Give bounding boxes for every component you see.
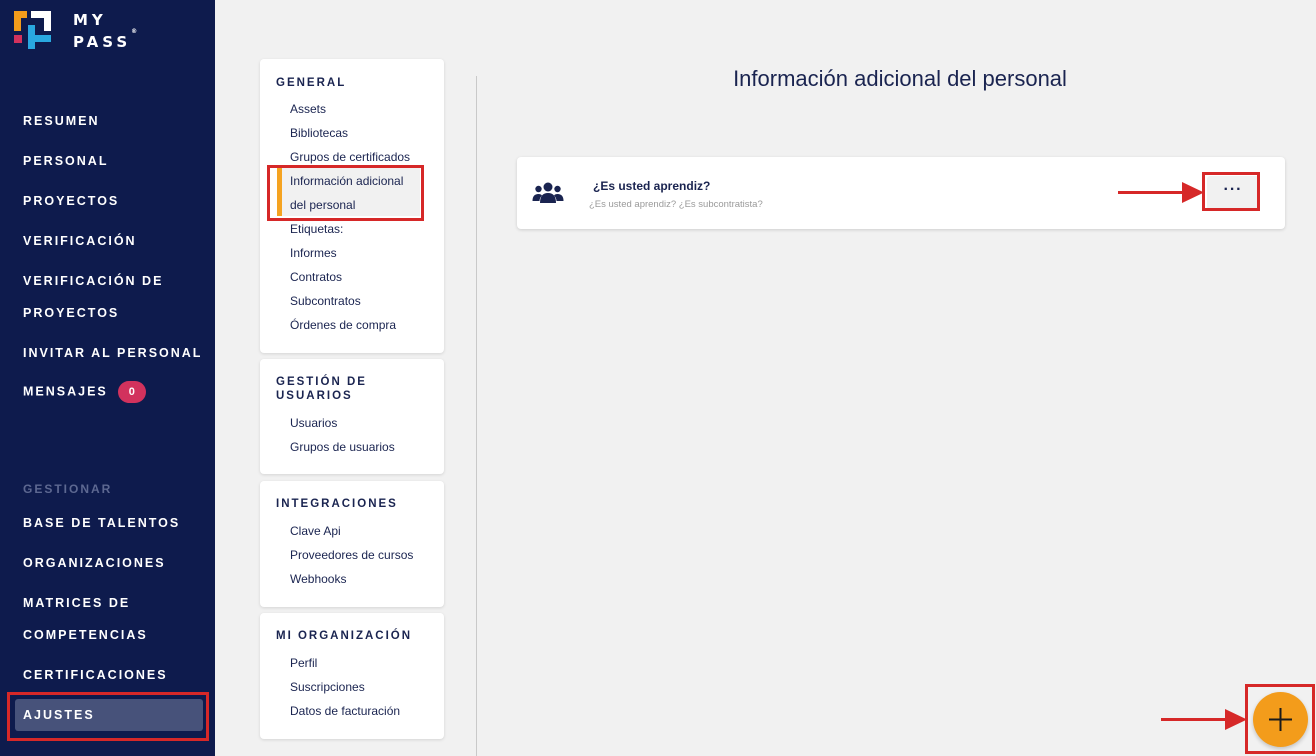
menu-link-grupos-certificados[interactable]: Grupos de certificados <box>290 150 410 164</box>
logo-wordmark: MY PASS® <box>73 11 138 51</box>
nav-verificacion[interactable]: VERIFICACIÓN <box>23 234 137 248</box>
add-button[interactable] <box>1253 692 1308 747</box>
nav-mensajes[interactable]: MENSAJES 0 <box>23 381 146 403</box>
menu-link-assets[interactable]: Assets <box>290 102 326 116</box>
arrow-right-icon <box>1161 709 1247 730</box>
settings-card-mi-organizacion: MI ORGANIZACIÓN Perfil Suscripciones Dat… <box>260 613 444 739</box>
page-title: Información adicional del personal <box>733 66 1067 91</box>
settings-section-title: MI ORGANIZACIÓN <box>276 630 413 642</box>
info-item-card[interactable]: ¿Es usted aprendiz? ¿Es usted aprendiz? … <box>517 157 1285 229</box>
nav-section-gestionar: GESTIONAR <box>23 482 113 496</box>
nav-resumen[interactable]: RESUMEN <box>23 114 100 128</box>
nav-organizaciones[interactable]: ORGANIZACIONES <box>23 556 166 570</box>
sidebar: MY PASS® RESUMEN PERSONAL PROYECTOS VERIF… <box>0 0 215 756</box>
messages-count-badge: 0 <box>117 381 146 403</box>
item-title: ¿Es usted aprendiz? <box>593 179 711 193</box>
nav-matrices-competencias[interactable]: MATRICES DE COMPETENCIAS <box>23 587 148 651</box>
menu-link-suscripciones[interactable]: Suscripciones <box>290 680 365 694</box>
more-options-button[interactable]: ··· <box>1207 176 1259 210</box>
active-menu-indicator <box>277 168 282 216</box>
menu-link-etiquetas[interactable]: Etiquetas: <box>290 222 343 236</box>
column-divider <box>476 76 477 756</box>
nav-invitar-personal[interactable]: INVITAR AL PERSONAL <box>23 346 202 360</box>
nav-label: PROYECTOS <box>23 306 120 320</box>
menu-link-ordenes-compra[interactable]: Órdenes de compra <box>290 318 396 332</box>
menu-link-bibliotecas[interactable]: Bibliotecas <box>290 126 348 140</box>
nav-label: MENSAJES <box>23 384 108 399</box>
settings-card-usuarios: GESTIÓN DE USUARIOS Usuarios Grupos de us… <box>260 359 444 474</box>
item-subtitle: ¿Es usted aprendiz? ¿Es subcontratista? <box>589 199 763 210</box>
menu-link-subcontratos[interactable]: Subcontratos <box>290 294 361 308</box>
mypass-logo[interactable]: MY PASS® <box>14 11 164 51</box>
users-group-icon <box>532 182 564 203</box>
menu-link-grupos-usuarios[interactable]: Grupos de usuarios <box>290 440 395 454</box>
nav-certificaciones[interactable]: CERTIFICACIONES <box>23 668 168 682</box>
nav-ajustes[interactable]: AJUSTES <box>15 699 203 731</box>
menu-link-informacion-adicional-line2[interactable]: del personal <box>290 198 355 212</box>
nav-label: AJUSTES <box>23 708 95 722</box>
menu-link-datos-facturacion[interactable]: Datos de facturación <box>290 704 400 718</box>
nav-base-talentos[interactable]: BASE DE TALENTOS <box>23 516 180 530</box>
settings-section-title: GENERAL <box>276 77 347 89</box>
settings-card-integraciones: INTEGRACIONES Clave Api Proveedores de c… <box>260 481 444 607</box>
menu-link-informacion-adicional[interactable]: Información adicional <box>290 174 403 188</box>
menu-link-contratos[interactable]: Contratos <box>290 270 342 284</box>
menu-link-proveedores-cursos[interactable]: Proveedores de cursos <box>290 548 413 562</box>
nav-personal[interactable]: PERSONAL <box>23 154 108 168</box>
nav-label: VERIFICACIÓN DE <box>23 274 164 288</box>
settings-section-title: GESTIÓN DE USUARIOS <box>276 376 367 402</box>
nav-verificacion-proyectos[interactable]: VERIFICACIÓN DE PROYECTOS <box>23 265 163 329</box>
nav-label: COMPETENCIAS <box>23 628 148 642</box>
menu-link-webhooks[interactable]: Webhooks <box>290 572 346 586</box>
menu-link-usuarios[interactable]: Usuarios <box>290 416 337 430</box>
menu-link-perfil[interactable]: Perfil <box>290 656 317 670</box>
settings-section-title: INTEGRACIONES <box>276 498 398 510</box>
menu-link-informes[interactable]: Informes <box>290 246 337 260</box>
plus-icon <box>1269 708 1292 731</box>
mypass-logo-icon <box>14 11 51 49</box>
nav-label: MATRICES DE <box>23 596 131 610</box>
nav-proyectos[interactable]: PROYECTOS <box>23 194 119 208</box>
menu-link-clave-api[interactable]: Clave Api <box>290 524 341 538</box>
